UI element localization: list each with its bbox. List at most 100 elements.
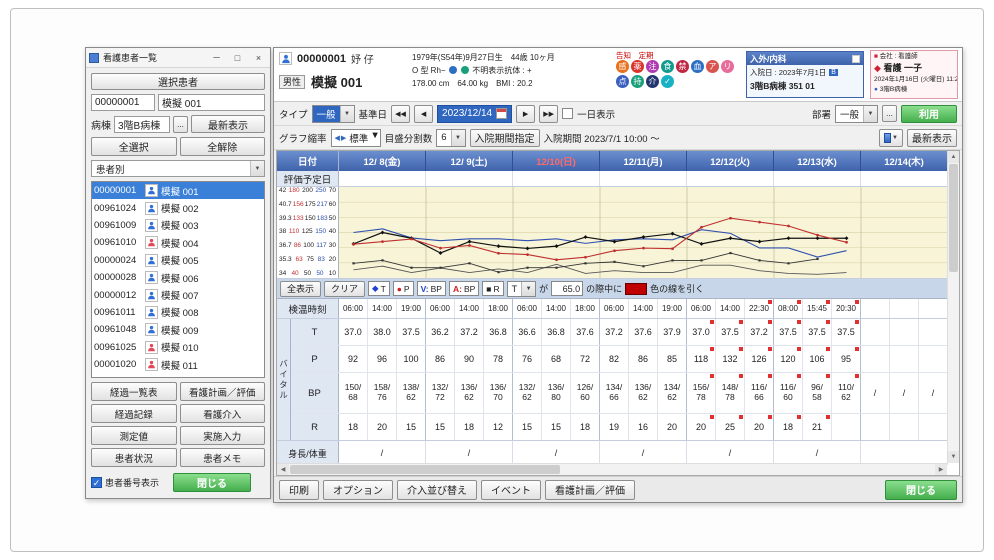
patient-row[interactable]: 00000001模擬 001 bbox=[92, 182, 264, 199]
vital-cell[interactable]: 37.5 bbox=[803, 319, 832, 345]
status-badge-icon[interactable]: 注 bbox=[646, 60, 659, 73]
day-header-cell[interactable]: 12/13(水) bbox=[774, 151, 861, 171]
vital-cell[interactable]: 126/60 bbox=[571, 373, 600, 413]
ward-browse-button[interactable]: ... bbox=[173, 116, 188, 133]
vital-cell[interactable]: 76 bbox=[513, 346, 542, 372]
bottom-button[interactable]: イベント bbox=[481, 480, 541, 500]
day-header-cell[interactable]: 12/ 8(金) bbox=[339, 151, 426, 171]
vital-cell[interactable]: 148/78 bbox=[716, 373, 745, 413]
vital-cell[interactable] bbox=[890, 346, 919, 372]
patient-row[interactable]: 00961010模擬 004 bbox=[92, 234, 264, 251]
vertical-scroll-thumb[interactable] bbox=[949, 164, 958, 272]
time-cell[interactable]: 06:00 bbox=[600, 299, 629, 318]
vital-cell[interactable]: / bbox=[861, 373, 890, 413]
clear-button[interactable]: クリア bbox=[324, 281, 365, 297]
time-cell[interactable] bbox=[861, 299, 890, 318]
scale-select[interactable]: ◀▶ 標準 ▼ bbox=[331, 129, 381, 147]
vital-cell[interactable]: / bbox=[890, 373, 919, 413]
latest-button[interactable]: 最新表示 bbox=[907, 129, 957, 147]
divisions-select[interactable]: 6▼ bbox=[436, 129, 465, 147]
threshold-color-swatch[interactable] bbox=[625, 283, 647, 295]
vital-cell[interactable]: 96 bbox=[368, 346, 397, 372]
deselect-all-button[interactable]: 全解除 bbox=[180, 137, 266, 156]
series-toggle-bp[interactable]: V:BP bbox=[417, 281, 446, 296]
use-button[interactable]: 利用 bbox=[901, 105, 957, 123]
patient-row[interactable]: 00961024模擬 002 bbox=[92, 199, 264, 216]
vital-cell[interactable]: 36.8 bbox=[484, 319, 513, 345]
day-header-cell[interactable]: 12/14(木) bbox=[861, 151, 948, 171]
height-weight-cell[interactable]: / bbox=[600, 441, 687, 465]
time-cell[interactable]: 14:00 bbox=[455, 299, 484, 318]
time-cell[interactable]: 18:00 bbox=[571, 299, 600, 318]
patient-row[interactable]: 00000024模擬 005 bbox=[92, 252, 264, 269]
vital-cell[interactable]: 37.2 bbox=[455, 319, 484, 345]
vital-cell[interactable]: 20 bbox=[368, 414, 397, 440]
view-style-button[interactable]: ▼ bbox=[879, 129, 903, 147]
time-cell[interactable]: 06:00 bbox=[426, 299, 455, 318]
status-badge-icon[interactable]: 持 bbox=[631, 75, 644, 88]
eval-cell[interactable] bbox=[426, 171, 513, 186]
dept-browse-button[interactable]: ... bbox=[882, 105, 897, 122]
vital-cell[interactable]: 138/62 bbox=[397, 373, 426, 413]
status-badge-icon[interactable]: 薬 bbox=[631, 60, 644, 73]
status-badge-icon[interactable]: ア bbox=[706, 60, 719, 73]
height-weight-cell[interactable]: / bbox=[339, 441, 426, 465]
time-cell[interactable]: 20:30 bbox=[832, 299, 861, 318]
series-toggle-t[interactable]: ◆T bbox=[368, 281, 390, 296]
vital-cell[interactable]: 15 bbox=[542, 414, 571, 440]
base-date-field[interactable]: 2023/12/14 bbox=[437, 105, 512, 123]
status-badge-icon[interactable]: ✓ bbox=[661, 75, 674, 88]
vital-cell[interactable]: 21 bbox=[803, 414, 832, 440]
vital-cell[interactable]: 116/60 bbox=[774, 373, 803, 413]
vital-cell[interactable] bbox=[890, 319, 919, 345]
right-close-button[interactable]: 閉じる bbox=[885, 480, 957, 500]
one-day-checkbox[interactable] bbox=[562, 108, 573, 119]
status-badge-icon[interactable]: 感 bbox=[616, 60, 629, 73]
series-toggle-bp[interactable]: A:BP bbox=[449, 281, 479, 296]
action-button[interactable]: 看護計画／評価 bbox=[180, 382, 266, 401]
height-weight-cell[interactable]: / bbox=[426, 441, 513, 465]
vital-cell[interactable]: 37.5 bbox=[397, 319, 426, 345]
select-all-button[interactable]: 全選択 bbox=[91, 137, 177, 156]
patient-row[interactable]: 00001020模擬 011 bbox=[92, 356, 264, 373]
series-toggle-r[interactable]: ■R bbox=[482, 281, 503, 296]
time-cell[interactable] bbox=[919, 299, 948, 318]
vital-cell[interactable]: 90 bbox=[455, 346, 484, 372]
vital-cell[interactable]: 18 bbox=[774, 414, 803, 440]
vital-cell[interactable]: 134/62 bbox=[658, 373, 687, 413]
vital-cell[interactable]: 132 bbox=[716, 346, 745, 372]
vital-cell[interactable]: 37.2 bbox=[600, 319, 629, 345]
height-weight-cell[interactable]: / bbox=[513, 441, 600, 465]
action-button[interactable]: 経過一覧表 bbox=[91, 382, 177, 401]
vital-cell[interactable] bbox=[861, 346, 890, 372]
vital-cell[interactable]: 134/66 bbox=[600, 373, 629, 413]
time-cell[interactable]: 18:00 bbox=[484, 299, 513, 318]
time-cell[interactable]: 22:30 bbox=[745, 299, 774, 318]
vital-cell[interactable]: 126 bbox=[745, 346, 774, 372]
vital-cell[interactable]: 106 bbox=[803, 346, 832, 372]
vital-cell[interactable]: 68 bbox=[542, 346, 571, 372]
status-badge-icon[interactable]: 点 bbox=[616, 75, 629, 88]
vital-cell[interactable]: 20 bbox=[745, 414, 774, 440]
vital-cell[interactable]: 110/62 bbox=[832, 373, 861, 413]
chart-plot[interactable] bbox=[339, 187, 948, 278]
status-badge-icon[interactable]: 禁 bbox=[676, 60, 689, 73]
time-cell[interactable]: 14:00 bbox=[716, 299, 745, 318]
period-specify-button[interactable]: 入院期間指定 bbox=[470, 129, 540, 147]
eval-cell[interactable] bbox=[513, 171, 600, 186]
vital-cell[interactable]: 85 bbox=[658, 346, 687, 372]
ward-field[interactable]: 3階B病棟 bbox=[114, 116, 170, 133]
maximize-button[interactable]: □ bbox=[229, 50, 246, 65]
vital-cell[interactable]: 15 bbox=[426, 414, 455, 440]
vital-cell[interactable]: 38.0 bbox=[368, 319, 397, 345]
time-cell[interactable] bbox=[890, 299, 919, 318]
scroll-right-icon[interactable]: ▶ bbox=[935, 464, 947, 475]
vital-cell[interactable]: 132/72 bbox=[426, 373, 455, 413]
time-cell[interactable]: 14:00 bbox=[368, 299, 397, 318]
vital-cell[interactable] bbox=[861, 414, 890, 440]
eval-cell[interactable] bbox=[339, 171, 426, 186]
bottom-button[interactable]: 介入並び替え bbox=[397, 480, 477, 500]
vital-cell[interactable] bbox=[919, 346, 948, 372]
action-button[interactable]: 測定値 bbox=[91, 426, 177, 445]
vital-cell[interactable]: 86 bbox=[426, 346, 455, 372]
